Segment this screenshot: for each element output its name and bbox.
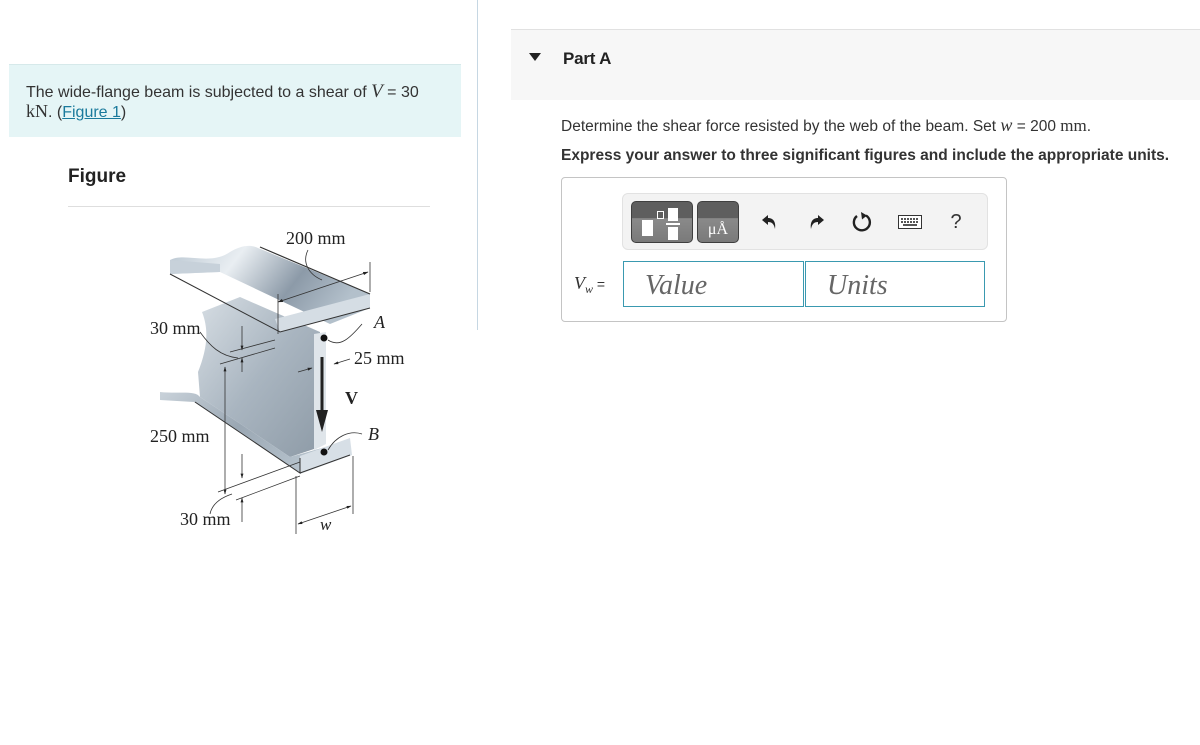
figure-divider	[68, 206, 430, 207]
figure-link[interactable]: Figure 1	[62, 104, 121, 121]
question-before: Determine the shear force resisted by th…	[561, 118, 1001, 135]
figure-title: Figure	[68, 166, 127, 187]
part-a-title: Part A	[563, 49, 612, 68]
label-flange-width: 200 mm	[286, 228, 346, 248]
help-icon: ?	[950, 210, 962, 233]
undo-button[interactable]	[755, 207, 785, 237]
templates-button[interactable]	[631, 201, 693, 243]
label-web-thickness: 25 mm	[354, 348, 405, 368]
intro-after-unit: . (	[48, 104, 63, 121]
redo-icon	[810, 215, 824, 229]
label-point-b: B	[368, 424, 379, 444]
reset-button[interactable]	[847, 207, 877, 237]
collapse-triangle-icon[interactable]	[529, 53, 541, 61]
undo-icon	[762, 215, 776, 229]
label-point-a: A	[373, 312, 386, 332]
units-input[interactable]	[805, 261, 985, 307]
label-top-flange-thickness: 30 mm	[150, 318, 201, 338]
answer-equals: =	[593, 276, 606, 292]
question-equals: = 200	[1012, 118, 1061, 135]
point-b-marker	[320, 448, 328, 456]
answer-var: V	[574, 273, 585, 293]
help-button[interactable]: ?	[941, 207, 971, 237]
reset-icon	[852, 212, 872, 232]
intro-close: )	[120, 104, 127, 121]
problem-statement: The wide-flange beam is subjected to a s…	[9, 64, 461, 137]
value-input[interactable]	[623, 261, 804, 307]
point-a-marker	[320, 334, 328, 342]
redo-button[interactable]	[801, 207, 831, 237]
intro-equals: = 30	[382, 84, 419, 101]
answer-variable-label: Vw =	[574, 273, 606, 296]
intro-text: The wide-flange beam is subjected to a s…	[26, 84, 372, 101]
keyboard-button[interactable]	[895, 207, 925, 237]
units-icon: μÅ	[707, 221, 729, 238]
question-var: w	[1000, 115, 1013, 135]
answer-instruction: Express your answer to three significant…	[561, 147, 1170, 164]
math-toolbar: μÅ ?	[622, 193, 988, 250]
beam-figure: 200 mm 30 mm A 25 mm V 250 mm B 30 mm w	[150, 228, 405, 534]
label-width-var: w	[320, 515, 332, 534]
units-button[interactable]: μÅ	[697, 201, 739, 243]
label-bottom-flange-thickness: 30 mm	[180, 509, 231, 529]
label-shear: V	[345, 388, 358, 408]
label-web-height: 250 mm	[150, 426, 210, 446]
question-unit: mm	[1060, 116, 1087, 135]
intro-unit: kN	[26, 101, 48, 121]
part-a-header[interactable]: Part A	[511, 29, 1200, 100]
answer-box: μÅ ? Vw =	[561, 177, 1007, 322]
beam-web-edge	[314, 332, 326, 450]
intro-variable: V	[371, 81, 383, 102]
question-after: .	[1086, 118, 1092, 135]
problem-panel: The wide-flange beam is subjected to a s…	[0, 0, 477, 745]
answer-var-sub: w	[585, 282, 594, 296]
keyboard-icon	[898, 215, 922, 229]
column-divider	[477, 0, 478, 330]
question-text: Determine the shear force resisted by th…	[561, 115, 1091, 136]
